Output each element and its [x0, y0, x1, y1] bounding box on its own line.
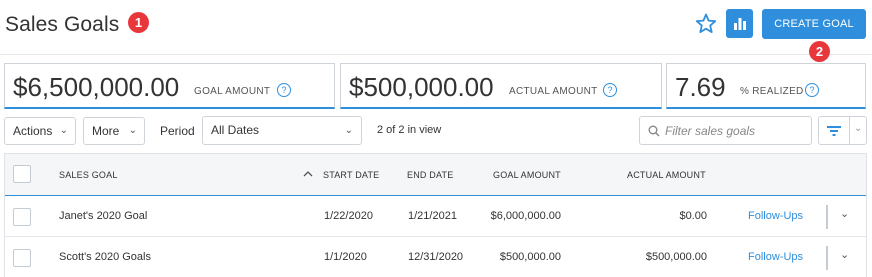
percent-realized-card: 7.69 % REALIZED ?: [666, 63, 866, 109]
follow-ups-link[interactable]: Follow-Ups: [748, 251, 803, 263]
more-label: More: [92, 124, 120, 138]
goal-amount-cell: $6,000,000.00: [490, 210, 561, 222]
column-header-actual-amount[interactable]: ACTUAL AMOUNT: [627, 170, 706, 180]
period-label: Period: [160, 124, 195, 138]
goal-amount-label: GOAL AMOUNT: [194, 86, 271, 97]
row-checkbox[interactable]: [13, 208, 31, 226]
start-date-cell: 1/22/2020: [324, 210, 373, 222]
search-input[interactable]: Filter sales goals: [639, 116, 812, 145]
actual-amount-cell: $500,000.00: [645, 251, 707, 263]
period-select-value: All Dates: [211, 123, 260, 137]
search-icon: [648, 125, 660, 137]
goal-amount-cell: $500,000.00: [499, 251, 561, 263]
favorite-star-button[interactable]: [694, 12, 718, 36]
create-goal-button[interactable]: CREATE GOAL: [762, 9, 866, 39]
column-header-sales-goal[interactable]: SALES GOAL: [59, 170, 118, 180]
actual-amount-cell: $0.00: [679, 210, 707, 222]
help-icon[interactable]: ?: [805, 83, 819, 97]
chart-view-button[interactable]: [726, 9, 753, 38]
end-date-cell: 1/21/2021: [408, 210, 457, 222]
table-row[interactable]: Janet's 2020 Goal 1/22/2020 1/21/2021 $6…: [5, 197, 866, 237]
actual-amount-label: ACTUAL AMOUNT: [509, 86, 598, 97]
view-count-text: 2 of 2 in view: [377, 124, 442, 136]
filter-icon: [827, 126, 841, 136]
row-divider: [826, 246, 828, 270]
row-checkbox[interactable]: [13, 249, 31, 267]
search-placeholder: Filter sales goals: [665, 124, 756, 138]
actual-amount-card: $500,000.00 ACTUAL AMOUNT ?: [340, 63, 662, 109]
percent-realized-label: % REALIZED: [740, 86, 804, 97]
goal-name-cell: Janet's 2020 Goal: [59, 210, 148, 222]
follow-ups-link[interactable]: Follow-Ups: [748, 210, 803, 222]
page-header: Sales Goals 1 CREATE GOAL: [0, 0, 872, 55]
actual-amount-value: $500,000.00: [349, 72, 494, 102]
column-header-end-date[interactable]: END DATE: [407, 170, 453, 180]
actions-dropdown[interactable]: Actions ⌄: [4, 117, 76, 145]
column-header-start-date[interactable]: START DATE: [323, 170, 379, 180]
filter-button[interactable]: ⌄: [818, 116, 867, 145]
star-icon: [695, 13, 717, 33]
help-icon[interactable]: ?: [277, 83, 291, 97]
help-icon[interactable]: ?: [603, 83, 617, 97]
row-divider: [826, 205, 828, 229]
bar-chart-icon: [734, 18, 746, 30]
table-header: SALES GOAL START DATE END DATE GOAL AMOU…: [5, 154, 866, 196]
chevron-down-icon: ⌄: [128, 125, 137, 136]
chevron-down-icon: ⌄: [59, 125, 68, 136]
column-header-goal-amount[interactable]: GOAL AMOUNT: [493, 170, 561, 180]
filter-divider: [849, 117, 850, 144]
goal-name-cell: Scott's 2020 Goals: [59, 251, 151, 263]
goal-amount-card: $6,500,000.00 GOAL AMOUNT ?: [4, 63, 335, 109]
more-dropdown[interactable]: More ⌄: [83, 117, 145, 145]
sales-goals-table: SALES GOAL START DATE END DATE GOAL AMOU…: [4, 153, 867, 277]
period-select[interactable]: All Dates ⌄: [202, 116, 362, 145]
actions-label: Actions: [13, 124, 53, 138]
table-row[interactable]: Scott's 2020 Goals 1/1/2020 12/31/2020 $…: [5, 238, 866, 277]
start-date-cell: 1/1/2020: [324, 251, 367, 263]
sort-up-icon[interactable]: [303, 170, 313, 178]
percent-realized-value: 7.69: [675, 72, 726, 102]
end-date-cell: 12/31/2020: [408, 251, 464, 263]
chevron-down-icon[interactable]: ⌄: [840, 207, 849, 220]
page-title: Sales Goals: [5, 13, 120, 36]
chevron-down-icon: ⌄: [344, 125, 353, 136]
select-all-checkbox[interactable]: [13, 165, 31, 183]
chevron-down-icon[interactable]: ⌄: [840, 248, 849, 261]
callout-badge-2: 2: [809, 41, 830, 62]
chevron-down-icon[interactable]: ⌄: [854, 123, 862, 134]
goal-amount-value: $6,500,000.00: [13, 72, 180, 102]
callout-badge-1: 1: [128, 12, 149, 33]
